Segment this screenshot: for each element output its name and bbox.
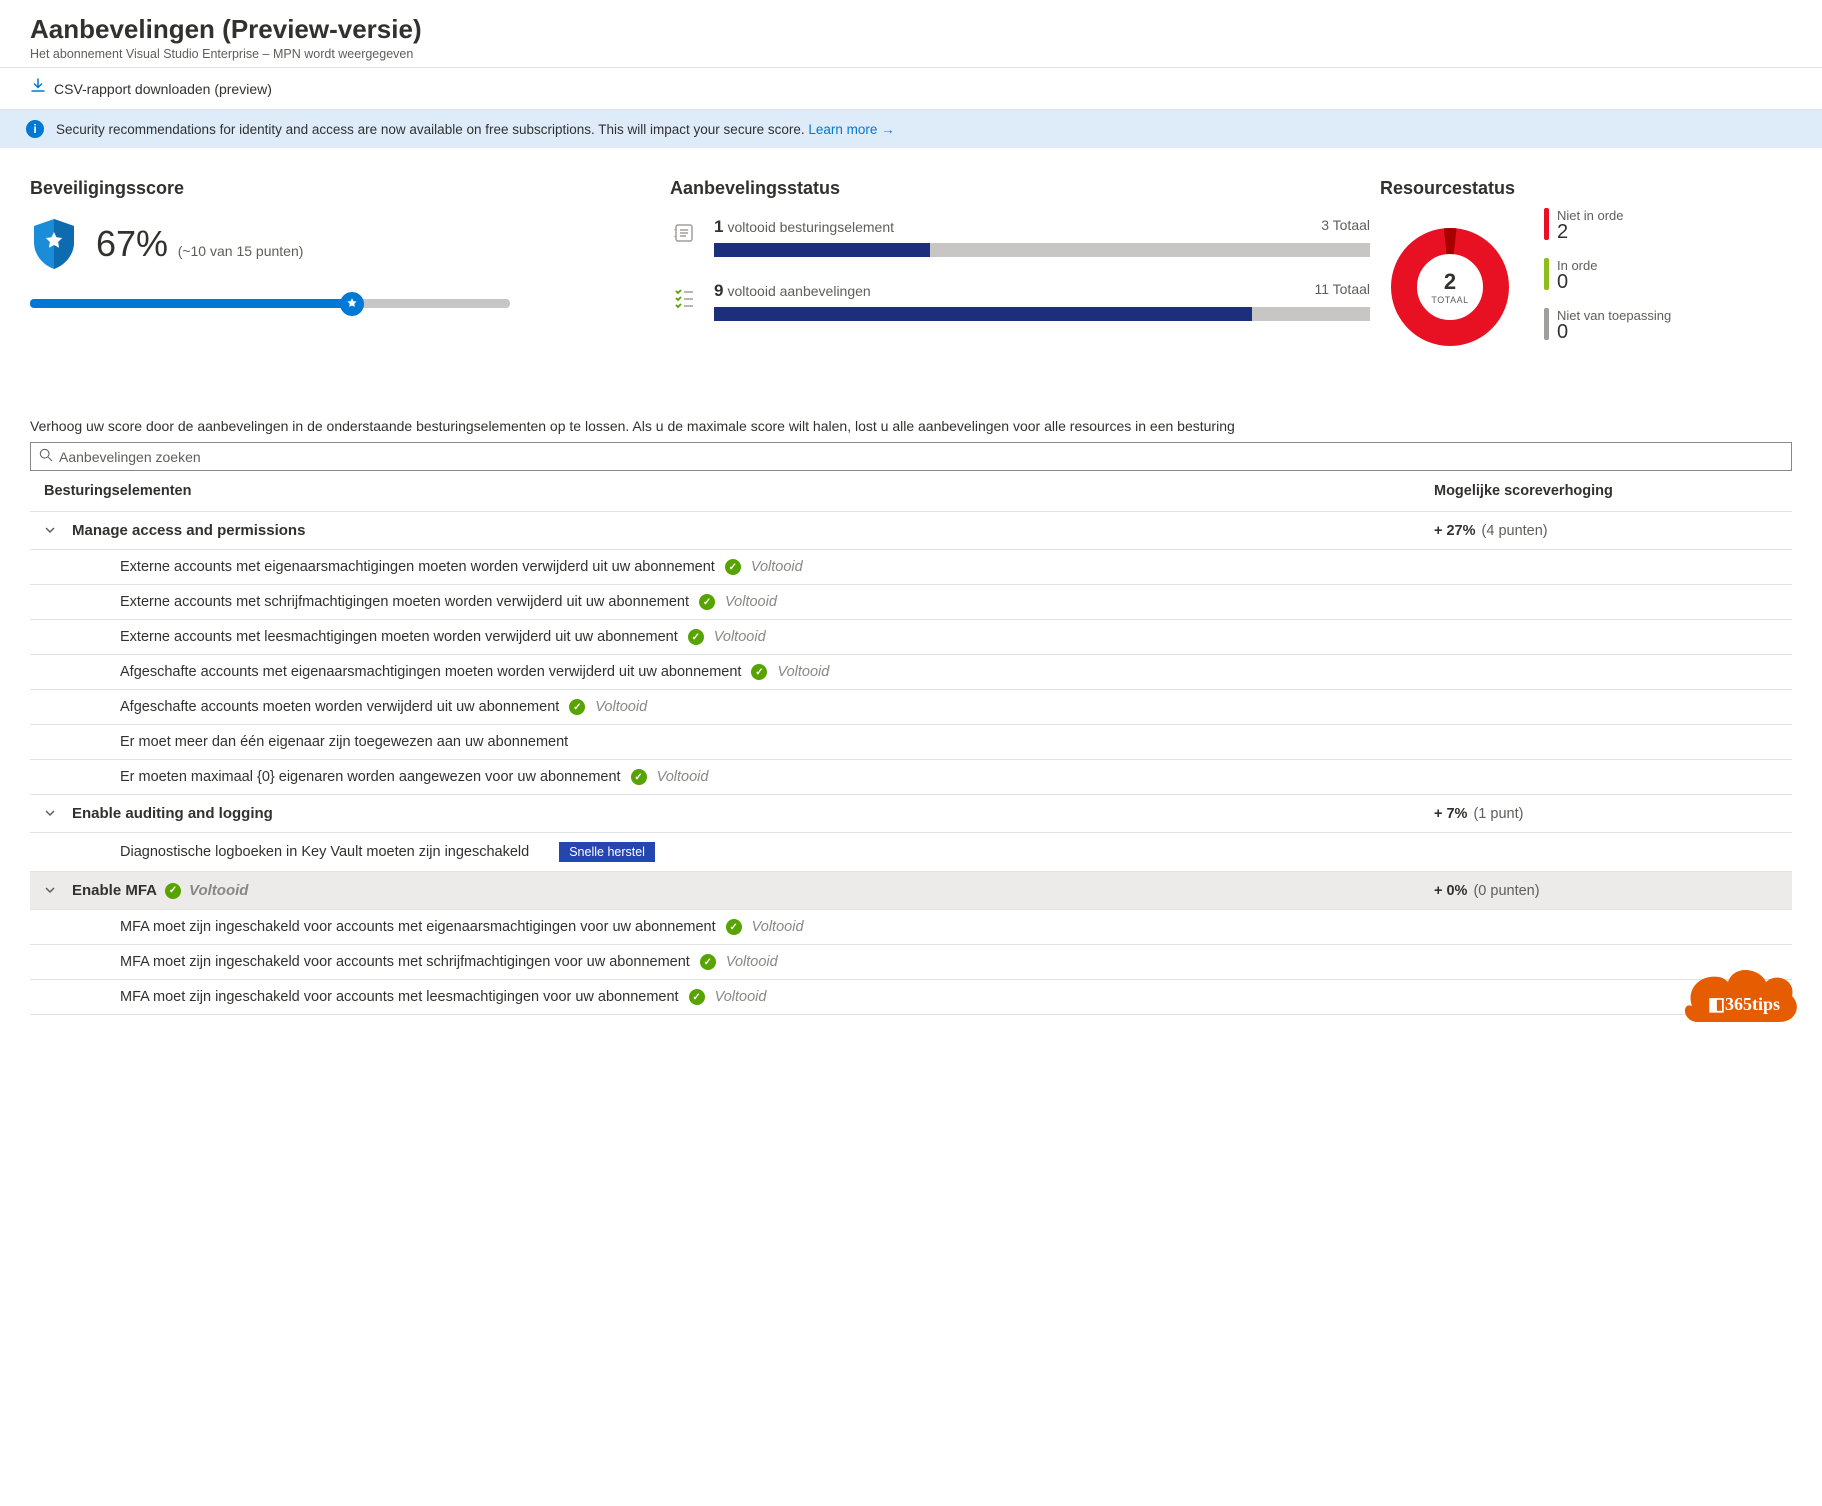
- check-icon: ✓: [689, 989, 705, 1005]
- legend-item[interactable]: In orde0: [1544, 258, 1671, 294]
- info-banner: i Security recommendations for identity …: [0, 110, 1822, 148]
- watermark-logo: ◧365tips: [1684, 962, 1804, 1035]
- resource-status-legend: Niet in orde2 In orde0 Niet van toepassing…: [1544, 208, 1671, 358]
- check-icon: ✓: [569, 699, 585, 715]
- controls-icon: [670, 219, 698, 247]
- recommendations-status-row: 9voltooid aanbevelingen 11 Totaal: [670, 281, 1370, 321]
- donut-total: 2: [1444, 269, 1456, 295]
- recs-progress-bar: [714, 307, 1370, 321]
- table-header: Besturingselementen Mogelijke scoreverho…: [30, 471, 1792, 512]
- check-icon: ✓: [725, 559, 741, 575]
- recommendation-row[interactable]: Externe accounts met leesmachtigingen mo…: [30, 620, 1792, 655]
- chevron-down-icon: [44, 883, 72, 899]
- legend-item[interactable]: Niet van toepassing0: [1544, 308, 1671, 344]
- check-icon: ✓: [751, 664, 767, 680]
- download-icon: [30, 78, 46, 99]
- search-icon: [39, 448, 53, 465]
- resource-status-card: Resourcestatus 2 TOTAAL Niet in orde2 In …: [1370, 178, 1792, 358]
- column-score[interactable]: Mogelijke scoreverhoging: [1434, 483, 1784, 499]
- checklist-icon: [670, 283, 698, 311]
- check-icon: ✓: [726, 919, 742, 935]
- recommendation-row[interactable]: Er moet meer dan één eigenaar zijn toege…: [30, 725, 1792, 760]
- recommendation-status-title: Aanbevelingsstatus: [670, 178, 1370, 199]
- donut-total-label: TOTAAL: [1431, 295, 1468, 305]
- check-icon: ✓: [631, 769, 647, 785]
- recommendation-row[interactable]: MFA moet zijn ingeschakeld voor accounts…: [30, 945, 1792, 980]
- recommendation-row[interactable]: MFA moet zijn ingeschakeld voor accounts…: [30, 980, 1792, 1015]
- recommendation-row[interactable]: Afgeschafte accounts moeten worden verwi…: [30, 690, 1792, 725]
- security-score-thumb: [340, 292, 364, 316]
- control-group-row[interactable]: Enable MFA✓Voltooid+ 0%(0 punten): [30, 872, 1792, 910]
- chevron-down-icon: [44, 523, 72, 539]
- recommendation-row[interactable]: Afgeschafte accounts met eigenaarsmachti…: [30, 655, 1792, 690]
- recommendation-row[interactable]: Externe accounts met schrijfmachtigingen…: [30, 585, 1792, 620]
- shield-icon: [30, 217, 78, 271]
- check-icon: ✓: [688, 629, 704, 645]
- info-icon: i: [26, 120, 44, 138]
- svg-text:◧365tips: ◧365tips: [1708, 994, 1780, 1014]
- toolbar: CSV-rapport downloaden (preview): [0, 68, 1822, 110]
- column-controls[interactable]: Besturingselementen: [44, 483, 1434, 499]
- banner-learn-more-link[interactable]: Learn more →: [808, 122, 894, 137]
- control-group-row[interactable]: Enable auditing and logging+ 7%(1 punt): [30, 795, 1792, 833]
- resource-status-donut: 2 TOTAAL: [1380, 217, 1520, 357]
- banner-text: Security recommendations for identity an…: [56, 122, 805, 137]
- legend-item[interactable]: Niet in orde2: [1544, 208, 1671, 244]
- controls-progress-bar: [714, 243, 1370, 257]
- page-subtitle: Het abonnement Visual Studio Enterprise …: [30, 47, 1792, 61]
- search-box[interactable]: Aanbevelingen zoeken: [30, 442, 1792, 471]
- check-icon: ✓: [165, 883, 181, 899]
- recommendation-row[interactable]: Externe accounts met eigenaarsmachtiging…: [30, 550, 1792, 585]
- control-group-row[interactable]: Manage access and permissions+ 27%(4 pun…: [30, 512, 1792, 550]
- controls-status-row: 1voltooid besturingselement 3 Totaal: [670, 217, 1370, 257]
- recommendation-row[interactable]: Diagnostische logboeken in Key Vault moe…: [30, 833, 1792, 872]
- security-score-points: (~10 van 15 punten): [178, 243, 304, 259]
- security-score-bar: [30, 299, 510, 308]
- resource-status-title: Resourcestatus: [1380, 178, 1520, 199]
- page-title: Aanbevelingen (Preview-versie): [30, 14, 1792, 45]
- chevron-down-icon: [44, 806, 72, 822]
- intro-text: Verhoog uw score door de aanbevelingen i…: [30, 418, 1792, 434]
- check-icon: ✓: [699, 594, 715, 610]
- recommendation-status-card: Aanbevelingsstatus 1voltooid besturingse…: [670, 178, 1370, 358]
- check-icon: ✓: [700, 954, 716, 970]
- recommendation-row[interactable]: MFA moet zijn ingeschakeld voor accounts…: [30, 910, 1792, 945]
- recommendation-row[interactable]: Er moeten maximaal {0} eigenaren worden …: [30, 760, 1792, 795]
- search-placeholder: Aanbevelingen zoeken: [59, 449, 201, 465]
- security-score-title: Beveiligingsscore: [30, 178, 670, 199]
- security-score-card: Beveiligingsscore 67% (~10 van 15 punten…: [30, 178, 670, 358]
- csv-download-link[interactable]: CSV-rapport downloaden (preview): [54, 81, 272, 97]
- quick-fix-badge[interactable]: Snelle herstel: [559, 842, 655, 862]
- page-header: Aanbevelingen (Preview-versie) Het abonn…: [0, 0, 1822, 68]
- security-score-percent: 67%: [96, 223, 168, 264]
